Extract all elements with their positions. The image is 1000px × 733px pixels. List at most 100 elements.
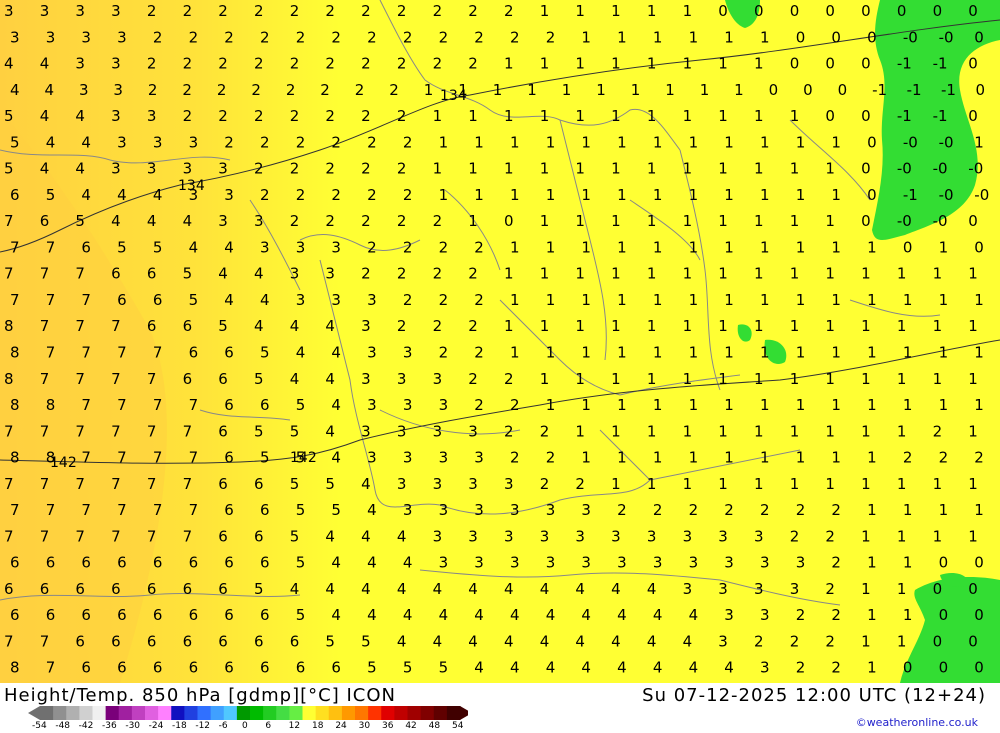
temperature-value: 4: [439, 606, 449, 624]
legend-tick-label: -48: [55, 721, 71, 731]
temperature-value: -0: [903, 133, 918, 151]
temperature-value: 4: [218, 265, 228, 283]
temperature-value: 2: [254, 107, 264, 125]
temperature-value: 4: [111, 212, 121, 230]
temperature-value: 2: [331, 28, 341, 46]
temperature-value: 1: [974, 501, 984, 519]
temperature-value: 6: [153, 554, 163, 572]
temperature-value: 0: [939, 606, 949, 624]
temperature-value: 1: [540, 212, 550, 230]
legend-tick-label: 18: [312, 721, 324, 731]
credit-link[interactable]: ©weatheronline.co.uk: [856, 716, 978, 729]
temperature-value: 1: [611, 160, 621, 178]
temperature-value: 3: [331, 291, 341, 309]
temperature-value: 5: [254, 580, 264, 598]
temperature-value: 1: [861, 265, 871, 283]
temperature-value: 4: [546, 659, 556, 677]
temperature-value: 2: [474, 344, 484, 362]
temperature-value: -1: [933, 107, 948, 125]
temperature-value: 1: [581, 449, 591, 467]
temperature-value: 6: [331, 659, 341, 677]
temperature-value: 1: [540, 2, 550, 20]
temperature-value: 6: [218, 370, 228, 388]
temperature-value: 1: [546, 133, 556, 151]
temperature-value: 1: [825, 265, 835, 283]
temperature-value: 1: [575, 370, 585, 388]
temperature-value: 0: [939, 554, 949, 572]
temperature-value: 8: [10, 659, 20, 677]
temperature-value: 4: [433, 580, 443, 598]
temperature-value: 5: [361, 633, 371, 651]
temperature-value: 6: [218, 475, 228, 493]
temperature-value: 6: [224, 606, 234, 624]
temperature-value: 0: [861, 212, 871, 230]
temperature-value: 1: [493, 81, 503, 99]
temperature-value: 1: [754, 107, 764, 125]
temperature-value: 4: [617, 659, 627, 677]
temperature-value: 2: [403, 133, 413, 151]
temperature-value: 7: [189, 449, 199, 467]
temperature-value: 3: [189, 133, 199, 151]
temperature-value: 1: [790, 107, 800, 125]
legend-swatch: [355, 706, 369, 720]
temperature-value: 4: [653, 659, 663, 677]
temperature-value: 2: [796, 659, 806, 677]
temperature-value: 1: [933, 527, 943, 545]
temperature-value: 2: [504, 2, 514, 20]
temperature-value: 1: [504, 107, 514, 125]
legend-swatch: [79, 706, 94, 720]
temperature-value: 3: [75, 2, 85, 20]
temperature-value: 2: [546, 28, 556, 46]
temperature-value: 7: [189, 501, 199, 519]
temperature-value: 2: [903, 449, 913, 467]
temperature-value: 1: [575, 160, 585, 178]
temperature-value: 3: [367, 449, 377, 467]
temperature-value: 2: [260, 28, 270, 46]
temperature-value: 7: [189, 396, 199, 414]
temperature-value: 2: [361, 265, 371, 283]
temperature-value: 1: [718, 317, 728, 335]
temperature-value: 2: [468, 2, 478, 20]
temperature-value: 3: [403, 396, 413, 414]
temperature-value: 7: [153, 501, 163, 519]
temperature-value: 1: [825, 212, 835, 230]
temperature-value: 7: [111, 370, 121, 388]
temperature-value: 1: [700, 81, 710, 99]
temperature-value: 1: [647, 212, 657, 230]
temperature-value: 7: [117, 449, 127, 467]
legend-swatch: [302, 706, 317, 720]
temperature-value: 2: [575, 475, 585, 493]
temperature-value: 5: [4, 160, 14, 178]
temperature-value: 1: [683, 370, 693, 388]
temperature-value: 6: [147, 633, 157, 651]
temperature-value: 2: [189, 28, 199, 46]
legend-tick-label: -24: [148, 721, 164, 731]
temperature-value: 2: [474, 28, 484, 46]
temperature-value: 7: [111, 527, 121, 545]
temperature-value: 4: [581, 659, 591, 677]
temperature-value: 1: [562, 81, 572, 99]
temperature-value: 3: [254, 212, 264, 230]
temperature-value: 2: [825, 527, 835, 545]
temperature-value: 2: [933, 422, 943, 440]
temperature-value: 3: [111, 160, 121, 178]
temperature-value: 1: [617, 291, 627, 309]
temperature-value: 4: [653, 606, 663, 624]
legend-swatch: [341, 706, 356, 720]
temperature-value: 2: [286, 81, 296, 99]
temperature-value: 3: [760, 659, 770, 677]
temperature-value: 1: [861, 370, 871, 388]
temperature-value: 1: [718, 160, 728, 178]
temperature-value: 6: [260, 501, 270, 519]
temperature-value: 1: [653, 396, 663, 414]
temperature-value: 3: [546, 501, 556, 519]
temperature-value: 0: [867, 28, 877, 46]
legend-swatch: [276, 706, 290, 720]
temperature-value: 5: [46, 186, 56, 204]
temperature-value: 4: [254, 265, 264, 283]
temperature-value: 4: [468, 580, 478, 598]
temperature-value: 2: [182, 81, 192, 99]
temperature-value: 6: [189, 659, 199, 677]
temperature-value: 4: [361, 580, 371, 598]
temperature-value: 6: [260, 606, 270, 624]
